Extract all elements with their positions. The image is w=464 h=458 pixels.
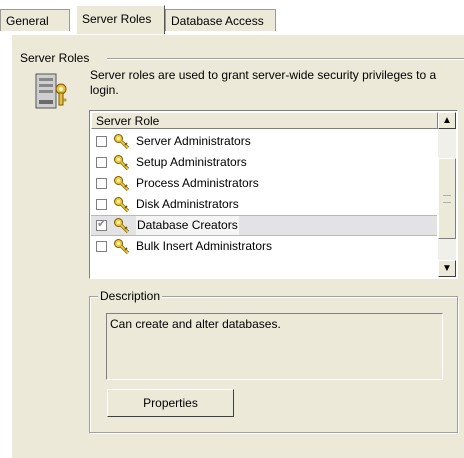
key-icon <box>113 196 131 214</box>
column-header-server-role[interactable]: Server Role <box>91 112 438 129</box>
group-divider <box>107 58 464 60</box>
tab-server-roles[interactable]: Server Roles <box>76 5 165 34</box>
intro-text: Server roles are used to grant server-wi… <box>90 68 437 97</box>
list-rows: Server Administrators Setup Administrator… <box>91 131 437 257</box>
vertical-scrollbar[interactable]: ▲ ▼ <box>438 112 456 277</box>
role-label: Process Administrators <box>136 176 259 190</box>
list-item[interactable]: Process Administrators <box>91 173 437 194</box>
list-item[interactable]: Disk Administrators <box>91 194 437 215</box>
server-key-icon <box>35 73 67 109</box>
role-checkbox[interactable] <box>96 178 107 189</box>
role-label: Bulk Insert Administrators <box>136 239 273 253</box>
tab-database-access[interactable]: Database Access <box>165 9 276 31</box>
checkmark-icon: ✔ <box>97 218 107 230</box>
group-label: Server Roles <box>20 51 94 65</box>
list-item[interactable]: Server Administrators <box>91 131 437 152</box>
role-checkbox[interactable]: ✔ <box>96 218 107 231</box>
description-legend: Description <box>98 289 163 303</box>
role-checkbox[interactable] <box>96 199 107 210</box>
role-checkbox[interactable] <box>96 157 107 168</box>
description-text: Can create and alter databases. <box>106 313 443 380</box>
key-icon <box>113 217 131 235</box>
tab-strip: General Server Roles Database Access <box>0 0 464 34</box>
role-checkbox[interactable] <box>96 136 107 147</box>
list-item[interactable]: ✔ Database Creators <box>91 215 437 236</box>
list-item[interactable]: Setup Administrators <box>91 152 437 173</box>
chevron-down-icon: ▼ <box>442 263 452 274</box>
scroll-up-button[interactable]: ▲ <box>438 112 456 129</box>
server-role-list[interactable]: Server Role Server Administrators Setup A… <box>89 110 458 279</box>
key-icon <box>113 238 131 256</box>
role-checkbox[interactable] <box>96 241 107 252</box>
key-icon <box>113 175 131 193</box>
role-label: Setup Administrators <box>136 155 247 169</box>
key-icon <box>113 133 131 151</box>
role-label: Server Administrators <box>136 134 251 148</box>
key-icon <box>113 154 131 172</box>
properties-button[interactable]: Properties <box>107 389 234 417</box>
tab-general[interactable]: General <box>0 9 70 31</box>
grip-icon <box>443 195 451 203</box>
list-item[interactable]: Bulk Insert Administrators <box>91 236 437 257</box>
scroll-down-button[interactable]: ▼ <box>438 260 456 277</box>
role-label: Disk Administrators <box>136 197 239 211</box>
scroll-thumb[interactable] <box>438 158 456 239</box>
role-label: Database Creators <box>136 216 239 235</box>
chevron-up-icon: ▲ <box>442 115 452 126</box>
